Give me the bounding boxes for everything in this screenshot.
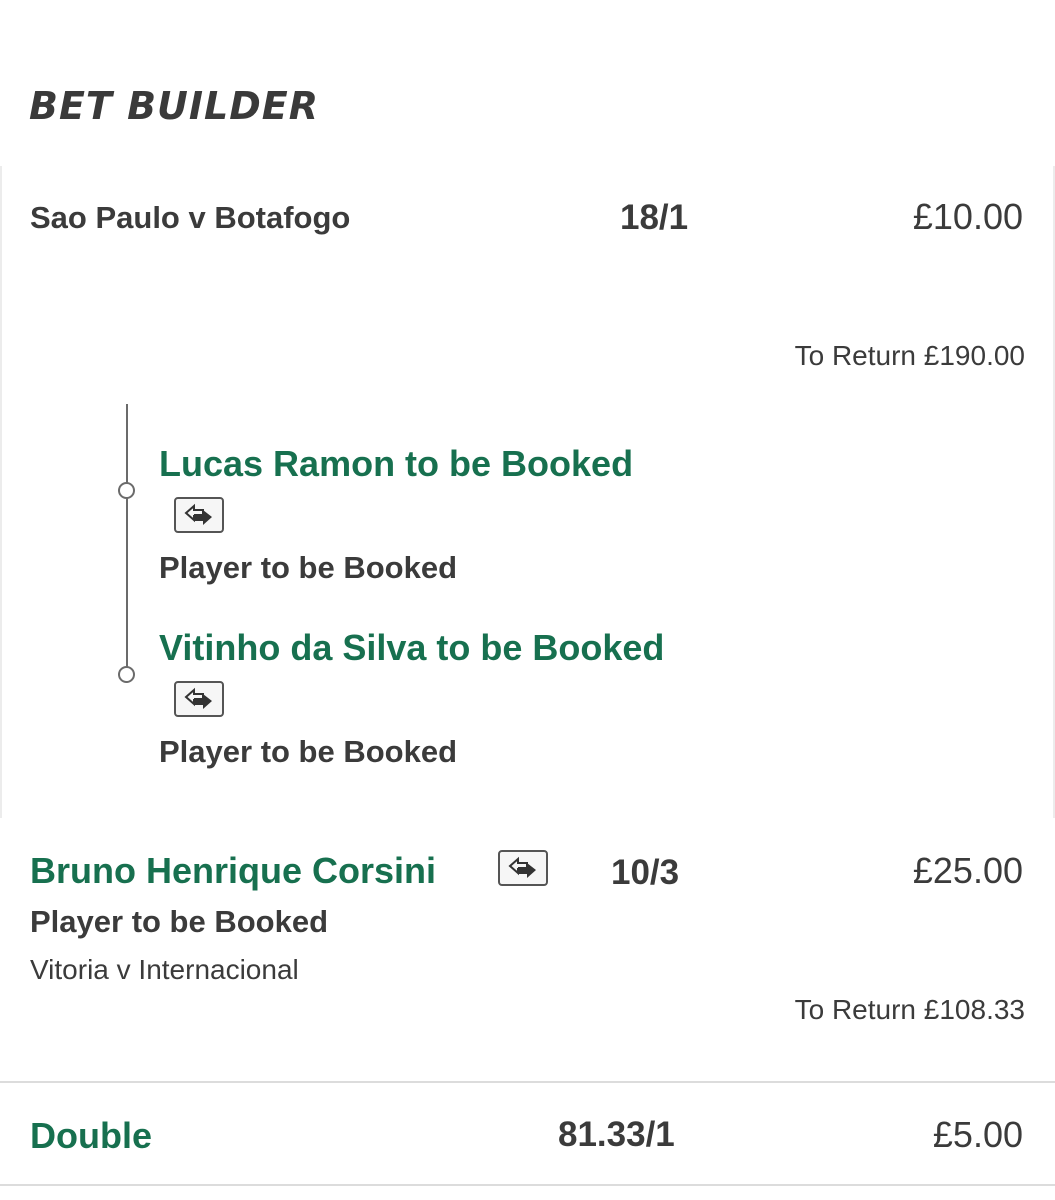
swap-arrows-icon[interactable]: [174, 497, 224, 533]
single-selection[interactable]: Bruno Henrique Corsini: [30, 850, 436, 892]
single-stake[interactable]: £25.00: [913, 850, 1023, 892]
double-label: Double: [30, 1115, 152, 1156]
divider: [0, 1081, 1055, 1083]
single-market: Player to be Booked: [30, 904, 329, 939]
swap-arrows-icon[interactable]: [498, 850, 548, 886]
double-stake[interactable]: £5.00: [933, 1114, 1023, 1156]
single-to-return: To Return £108.33: [794, 994, 1025, 1025]
single-odds[interactable]: 10/3: [611, 853, 679, 893]
leg-market: Player to be Booked: [159, 550, 458, 585]
swap-arrows-icon[interactable]: [174, 681, 224, 717]
bet-builder-card[interactable]: [0, 166, 1055, 818]
leg-market: Player to be Booked: [159, 734, 458, 769]
leg-selection[interactable]: Lucas Ramon to be Booked: [159, 443, 633, 485]
bet-builder-odds[interactable]: 18/1: [620, 198, 688, 238]
bet-builder-to-return: To Return £190.00: [794, 340, 1025, 371]
bet-builder-stake[interactable]: £10.00: [913, 196, 1023, 238]
page-title: BET BUILDER: [29, 84, 320, 128]
bet-builder-event: Sao Paulo v Botafogo: [30, 200, 351, 235]
leg-selection[interactable]: Vitinho da Silva to be Booked: [159, 627, 664, 669]
timeline-dot: [118, 666, 135, 683]
divider: [0, 1184, 1055, 1186]
timeline-line: [126, 404, 128, 674]
single-event: Vitoria v Internacional: [30, 954, 299, 985]
timeline-dot: [118, 482, 135, 499]
double-odds[interactable]: 81.33/1: [558, 1115, 675, 1155]
